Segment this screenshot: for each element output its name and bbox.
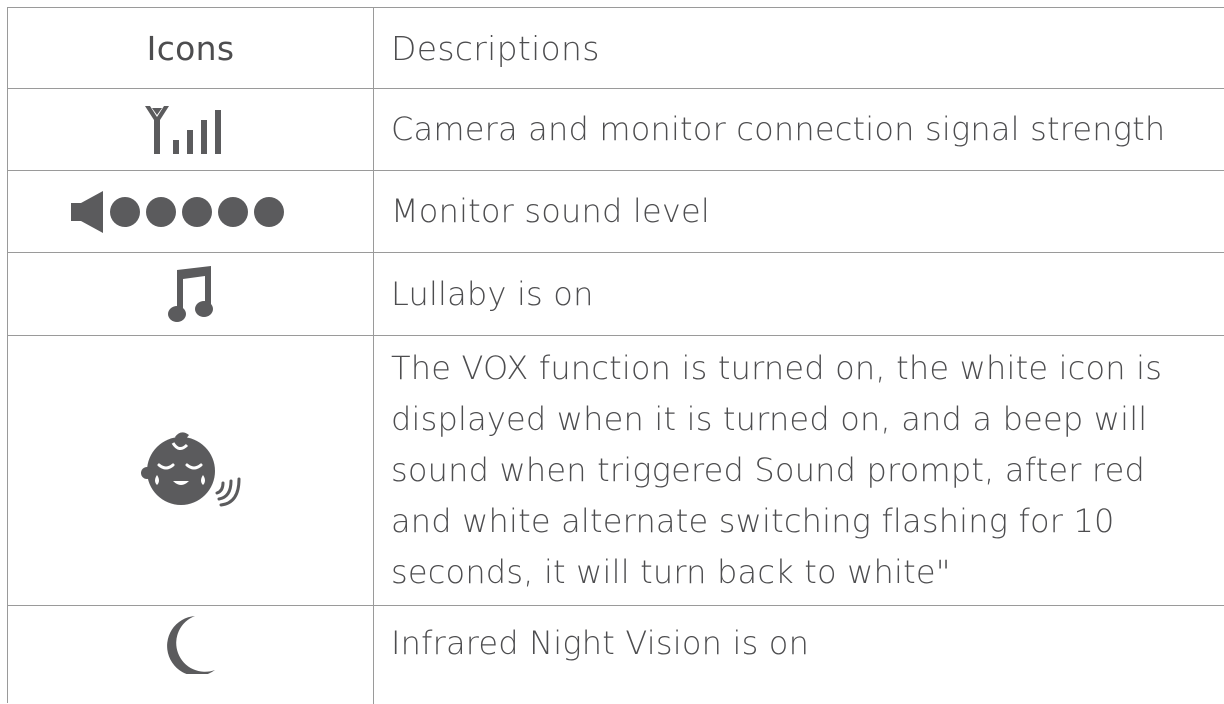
header-icons-cell: Icons [8, 8, 374, 88]
description-text: Camera and monitor connection signal str… [391, 110, 1166, 148]
moon-icon [165, 614, 217, 674]
description-cell: The VOX function is turned on, the white… [374, 336, 1224, 605]
description-cell: Infrared Night Vision is on [374, 606, 1224, 704]
table-row: Camera and monitor connection signal str… [8, 89, 1224, 171]
icon-description-table: Icons Descriptions Camera and monitor co… [7, 7, 1224, 704]
description-cell: Lullaby is on [374, 253, 1224, 335]
header-descriptions-cell: Descriptions [374, 8, 1224, 88]
icon-cell [8, 253, 374, 335]
music-note-icon [167, 264, 215, 324]
description-text: Lullaby is on [391, 274, 594, 313]
icon-cell [8, 606, 374, 704]
table-row: Lullaby is on [8, 253, 1224, 336]
signal-strength-icon [143, 104, 239, 156]
description-text: The VOX function is turned on, the white… [391, 349, 1163, 591]
icon-cell [8, 171, 374, 252]
table-row: Infrared Night Vision is on [8, 606, 1224, 704]
baby-vox-icon [139, 431, 243, 511]
description-cell: Camera and monitor connection signal str… [374, 89, 1224, 170]
icon-cell [8, 89, 374, 170]
header-row: Icons Descriptions [8, 8, 1224, 89]
table-row: The VOX function is turned on, the white… [8, 336, 1224, 606]
description-text: Monitor sound level [391, 192, 711, 230]
icon-cell [8, 336, 374, 605]
description-cell: Monitor sound level [374, 171, 1224, 252]
header-descriptions-label: Descriptions [391, 28, 600, 68]
header-icons-label: Icons [146, 28, 235, 68]
table-row: Monitor sound level [8, 171, 1224, 253]
description-text: Infrared Night Vision is on [391, 624, 810, 662]
speaker-volume-icon [69, 189, 313, 235]
